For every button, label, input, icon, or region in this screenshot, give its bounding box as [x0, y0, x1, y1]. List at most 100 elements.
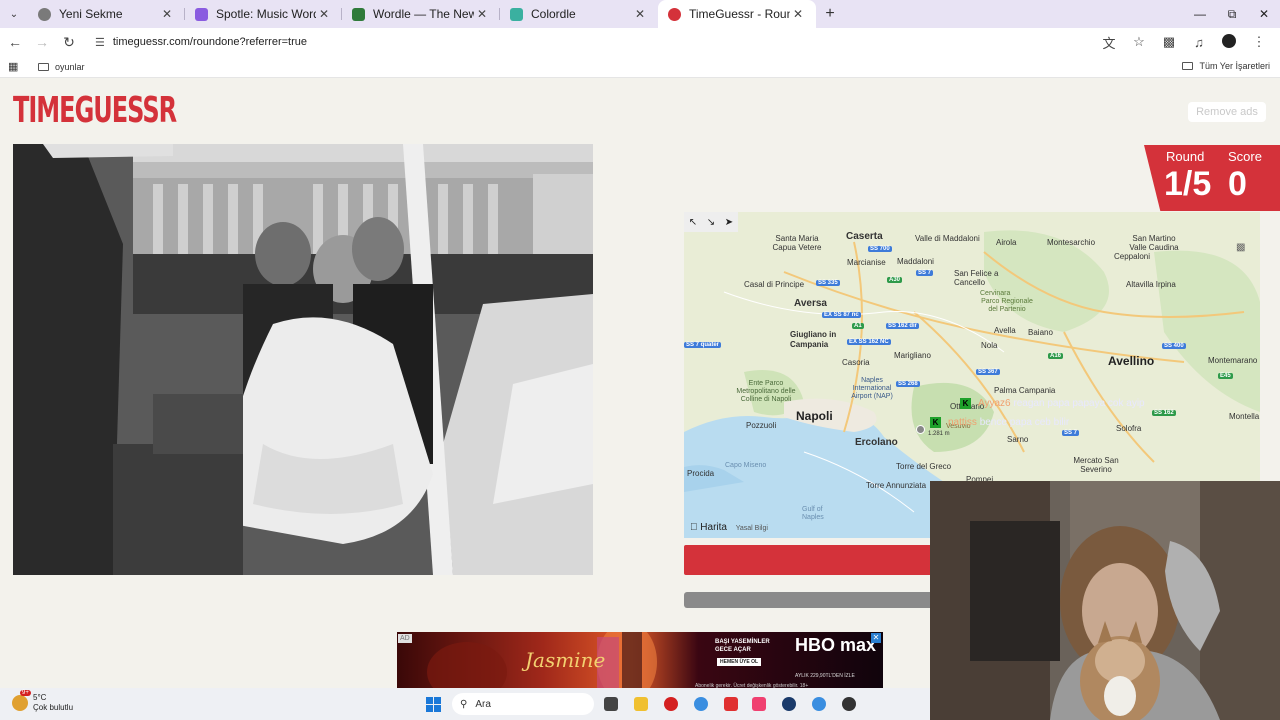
windows-start-icon[interactable]	[426, 697, 441, 712]
tab-close-icon[interactable]: ✕	[159, 7, 175, 21]
tab-close-icon[interactable]: ✕	[316, 7, 332, 21]
map-place: Caserta	[846, 231, 883, 242]
timeguessr-logo[interactable]: TIMEGUESSR	[13, 79, 177, 142]
forward-icon[interactable]: →	[30, 34, 54, 50]
app-icon[interactable]	[664, 697, 678, 711]
close-window-icon[interactable]: ✕	[1248, 0, 1280, 28]
map-place: Baiano	[1028, 328, 1053, 337]
apple-logo-icon: 	[690, 522, 698, 533]
chrome-icon[interactable]	[694, 697, 708, 711]
map-place: Naples International Airport (NAP)	[851, 377, 893, 400]
road-shield: SS 367	[976, 369, 1000, 375]
new-tab-icon[interactable]: +	[816, 5, 844, 23]
translate-icon[interactable]: 文	[1094, 33, 1124, 52]
map-layers-icon[interactable]: ▩	[1236, 242, 1245, 253]
expand-map-icon[interactable]: ↖	[689, 217, 697, 228]
profile-avatar[interactable]	[1214, 33, 1244, 51]
map-place: Parco Regionale del Partenio	[981, 298, 1033, 313]
bookmark-folder-oyunlar[interactable]: oyunlar	[38, 62, 85, 72]
file-explorer-icon[interactable]	[634, 697, 648, 711]
map-place: Altavilla Irpina	[1126, 280, 1176, 289]
app-icon[interactable]	[842, 697, 856, 711]
road-shield: SS 700	[868, 246, 892, 252]
road-shield: A1	[852, 323, 864, 329]
map-place: Torre del Greco	[896, 462, 952, 471]
search-placeholder: Ara	[475, 698, 491, 710]
map-place: Montella	[1229, 412, 1260, 421]
tab-new-tab[interactable]: Yeni Sekme ✕	[28, 0, 185, 28]
shrink-map-icon[interactable]: ↘	[707, 217, 715, 228]
taskbar-search[interactable]: ⚲ Ara	[452, 693, 594, 715]
map-place: Casal di Principe	[744, 280, 805, 289]
folder-icon	[1182, 62, 1194, 70]
score-panel: Round Score 1/5 0	[1144, 145, 1280, 211]
task-view-icon[interactable]	[604, 697, 618, 711]
map-place: Capo Miseno	[725, 462, 767, 469]
ad-tag: AD	[398, 634, 412, 643]
road-shield: SS 268	[896, 381, 920, 387]
all-bookmarks[interactable]: Tüm Yer İşaretleri	[1182, 61, 1270, 71]
map-place: Ente Parco Metropolitano delle Colline d…	[736, 380, 796, 403]
road-shield: A16	[1048, 353, 1064, 359]
round-value: 1/5	[1164, 165, 1212, 203]
back-icon[interactable]: ←	[3, 34, 27, 50]
restore-icon[interactable]: ⧉	[1216, 0, 1248, 28]
round-label: Round	[1166, 149, 1205, 164]
music-app-icon[interactable]	[752, 697, 766, 711]
weather-badge: 9+	[20, 690, 31, 696]
apps-grid-icon[interactable]: ▦	[8, 60, 20, 73]
legal-link[interactable]: Yasal Bilgi	[736, 525, 768, 532]
remove-ads-button[interactable]: Remove ads	[1188, 102, 1266, 122]
chrome-active-icon[interactable]	[812, 697, 826, 711]
app-icon[interactable]	[724, 697, 738, 711]
map-place: Santa Maria Capua Vetere	[772, 234, 822, 252]
tab-close-icon[interactable]: ✕	[474, 7, 490, 21]
wordle-icon	[352, 7, 365, 21]
tab-title: Spotle: Music Wordle Game	[216, 7, 316, 21]
bookmarks-bar: ▦ oyunlar Tüm Yer İşaretleri	[0, 56, 1280, 78]
map-place: Casoria	[842, 358, 870, 367]
map-place: Valle di Maddaloni	[915, 234, 980, 243]
tab-title: Wordle — The New York Times	[373, 7, 474, 21]
map-place: Torre Annunziata	[866, 481, 927, 490]
map-place: Avellino	[1108, 354, 1155, 368]
map-place: Montemarano	[1208, 356, 1258, 365]
reload-icon[interactable]: ↻	[57, 34, 81, 51]
weather-widget[interactable]: 9+ 5°C Çok bulutlu	[12, 690, 73, 713]
address-bar[interactable]: ☰ timeguessr.com/roundone?referrer=true	[87, 30, 1107, 54]
avatar	[1222, 33, 1236, 48]
ad-cta-button[interactable]: HEMEN ÜYE OL	[717, 658, 762, 666]
chat-overlay-line: Ayyaz6 reagan papa papaya cok ayip	[978, 398, 1145, 409]
chat-overlay-line: nattiss bence papa ceb bilir	[948, 417, 1069, 428]
guess-pin-icon[interactable]	[916, 425, 925, 434]
bookmark-label: oyunlar	[55, 61, 85, 72]
tab-wordle[interactable]: Wordle — The New York Times ✕	[342, 0, 500, 28]
site-info-icon[interactable]: ☰	[95, 36, 105, 49]
road-shield: E45	[1218, 373, 1233, 379]
tab-title: Colordle	[531, 7, 576, 21]
media-icon[interactable]: ♫	[1184, 35, 1214, 50]
map-place: Solofra	[1116, 424, 1142, 433]
minimize-icon[interactable]: —	[1184, 0, 1216, 28]
steam-icon[interactable]	[782, 697, 796, 711]
extensions-icon[interactable]: ▩	[1154, 34, 1184, 50]
bookmark-star-icon[interactable]: ☆	[1124, 34, 1154, 50]
weather-temp: 5°C	[33, 693, 47, 702]
photo-image	[13, 144, 593, 575]
spotle-icon	[195, 7, 208, 21]
tab-close-icon[interactable]: ✕	[632, 7, 648, 21]
menu-kebab-icon[interactable]: ⋮	[1244, 34, 1274, 50]
chat-message: bence papa ceb bilir	[979, 417, 1070, 428]
map-place: Avella	[994, 326, 1016, 335]
map-place: Maddaloni	[897, 257, 934, 266]
ad-banner[interactable]: Jasmine BAŞI YASEMİNLER GECE AÇAR HEMEN …	[397, 632, 883, 689]
tab-colordle[interactable]: Colordle ✕	[500, 0, 658, 28]
pin-map-icon[interactable]: ➤	[725, 217, 733, 228]
round-photo[interactable]	[13, 144, 593, 575]
tab-search-chevron-icon[interactable]: ⌄	[0, 0, 28, 28]
ad-close-icon[interactable]: ✕	[871, 633, 881, 643]
tab-spotle[interactable]: Spotle: Music Wordle Game ✕	[185, 0, 342, 28]
tab-close-icon[interactable]: ✕	[790, 7, 806, 21]
map-place: Aversa	[794, 298, 827, 309]
tab-timeguessr[interactable]: TimeGuessr - Round One ✕	[658, 0, 816, 28]
